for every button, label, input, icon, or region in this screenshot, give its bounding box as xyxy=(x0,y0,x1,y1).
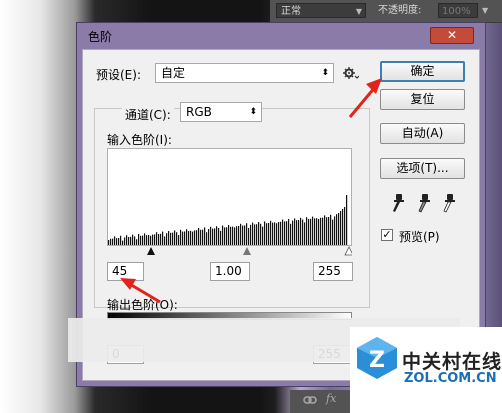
arrow-to-black-field xyxy=(120,278,161,304)
annotation-arrows xyxy=(120,78,382,304)
arrow-to-ok-button xyxy=(348,78,382,118)
